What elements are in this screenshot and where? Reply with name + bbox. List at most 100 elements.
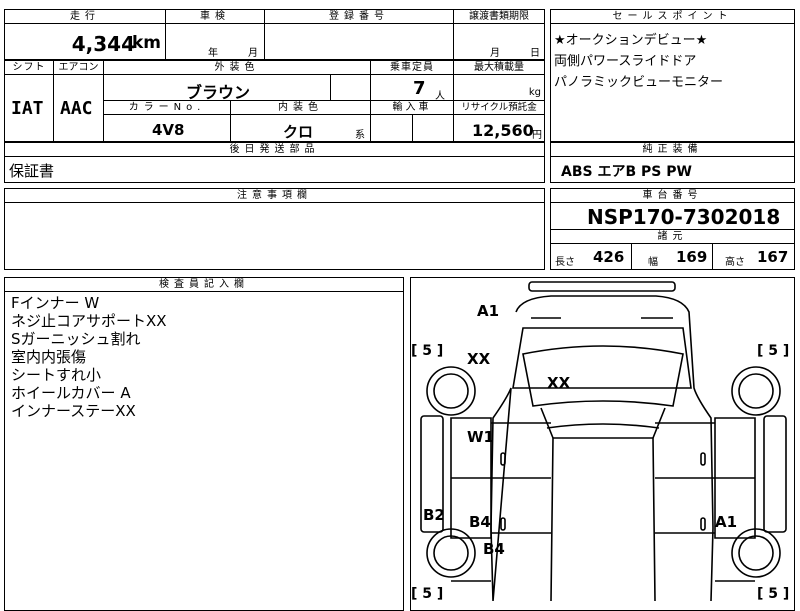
length-value: 426 [593,248,625,266]
inspector-notes-box: Fインナー W ネジ止コアサポートXX Sガーニッシュ割れ 室内内張傷 シートす… [4,291,404,611]
roof-pillars [540,407,666,439]
rear-right-wheel-inner [738,535,774,571]
front-right-wheel-inner [738,373,774,409]
recycle-cell: 12,560 円 [453,114,545,142]
car-diagram-svg: A1 XX XX W1 B2 B4 B4 A1 [ 5 ] [ 5 ] [ 5 … [411,281,789,601]
height-label: 高さ [725,257,745,268]
front-left-wheel-inner [433,373,469,409]
inspector-note-line: 室内内張傷 [11,348,87,366]
door-handle-right-rear [700,517,706,531]
post-delivery-header: 後日発送部品 [4,142,545,157]
max-load-header: 最大積載量 [453,60,545,75]
tire-front-right: [ 5 ] [757,343,789,359]
mark-a1-top: A1 [477,302,499,320]
genuine-equipment-header: 純正装備 [550,142,795,157]
hood-shape [512,327,692,389]
exterior-color-header: 外装色 [103,60,371,75]
color-no-cell: 4V8 [103,114,231,142]
tire-rear-left: [ 5 ] [411,586,443,601]
inspector-note-line: Sガーニッシュ割れ [11,330,141,348]
odometer-cell: 4,344 km [4,23,166,60]
shift-header: シフト [4,60,54,75]
sales-points-header: セールスポイント [550,9,795,24]
transfer-deadline-header: 譲渡書類期限 [453,9,545,24]
inspection-header: 車検 [165,9,265,24]
capacity-cell: 7 人 [370,74,454,102]
odometer-value: 4,344 [71,32,135,56]
chassis-cell: NSP170-7302018 [550,202,795,230]
car-diagram-box: A1 XX XX W1 B2 B4 B4 A1 [ 5 ] [ 5 ] [ 5 … [410,277,795,611]
transfer-month-unit: 月 [490,48,500,59]
chassis-header: 車台番号 [550,188,795,203]
width-cell: 幅 169 [631,243,713,270]
inspection-cell: 年 月 [165,23,265,60]
post-delivery-value: 保証書 [9,162,55,180]
post-delivery-cell: 保証書 [4,156,545,183]
sales-points-box: ★オークションデビュー★ 両側パワースライドドア パノラミックビューモニター [550,23,795,142]
middle-panel-lines [491,422,715,534]
max-load-cell: kg [453,74,545,101]
windshield-bottom-line [546,423,660,429]
right-skirt-shape [763,415,787,533]
aircon-header: エアコン [53,60,104,75]
shift-cell: IAT [4,74,54,142]
tire-front-left: [ 5 ] [411,343,443,359]
interior-color-cell: クロ 系 [230,114,371,142]
color-no-header: カラーNo. [103,100,231,115]
mark-a1-right: A1 [715,513,737,531]
shift-value: IAT [11,98,44,119]
chassis-value: NSP170-7302018 [587,205,781,229]
exterior-color-sub-cell [330,74,371,101]
inspection-month-unit: 月 [248,48,258,59]
registration-header: 登録番号 [264,9,454,24]
inspector-note-line: Fインナー W [11,294,100,312]
inspector-notes-header: 検査員記入欄 [4,277,404,292]
width-value: 169 [676,248,708,266]
length-label: 長さ [555,257,575,268]
aircon-value: AAC [60,98,93,119]
front-bumper-shape [528,281,676,292]
mark-xx-hood: XX [467,350,491,368]
interior-color-header: 内装色 [230,100,371,115]
odometer-header: 走行 [4,9,166,24]
length-cell: 長さ 426 [550,243,632,270]
inspector-note-line: インナーステーXX [11,402,136,420]
color-no-value: 4V8 [152,121,185,139]
door-handle-right-front [700,452,706,466]
odometer-unit: km [131,33,161,53]
dimensions-header: 諸元 [550,229,795,244]
genuine-equipment-value: ABS エアB PS PW [561,164,692,180]
caution-header: 注意事項欄 [4,188,545,203]
import-header: 輸入車 [370,100,454,115]
registration-cell [264,23,454,60]
sales-point-line: ★オークションデビュー★ [554,33,708,48]
capacity-value: 7 [413,78,426,99]
inspection-year-unit: 年 [208,48,218,59]
mark-b4-left: B4 [469,513,491,531]
sales-point-line: パノラミックビューモニター [554,75,724,90]
transfer-deadline-cell: 月 日 [453,23,545,60]
recycle-value: 12,560 [472,121,534,140]
sales-point-line: 両側パワースライドドア [554,54,697,69]
mark-b2: B2 [423,506,445,524]
car-body-outline [490,295,714,601]
recycle-unit: 円 [532,130,542,141]
capacity-header: 乗車定員 [370,60,454,75]
aircon-cell: AAC [53,74,104,142]
mark-w1: W1 [467,428,494,446]
roof-shape [550,437,656,601]
recycle-header: リサイクル預託金 [453,100,545,115]
inspector-note-line: ネジ止コアサポートXX [11,312,167,330]
mark-xx-front: XX [547,374,571,392]
mark-b4-wheel: B4 [483,540,505,558]
transfer-day-unit: 日 [530,48,540,59]
width-label: 幅 [648,257,658,268]
import-sub-cell [412,114,454,142]
caution-cell [4,202,545,270]
interior-color-value: クロ [283,123,314,141]
genuine-equipment-cell: ABS エアB PS PW [550,156,795,183]
tire-rear-right: [ 5 ] [757,586,789,601]
exterior-color-cell: ブラウン [103,74,331,102]
inspector-note-line: シートすれ小 [11,366,102,384]
inspector-note-line: ホイールカバー A [11,384,131,402]
